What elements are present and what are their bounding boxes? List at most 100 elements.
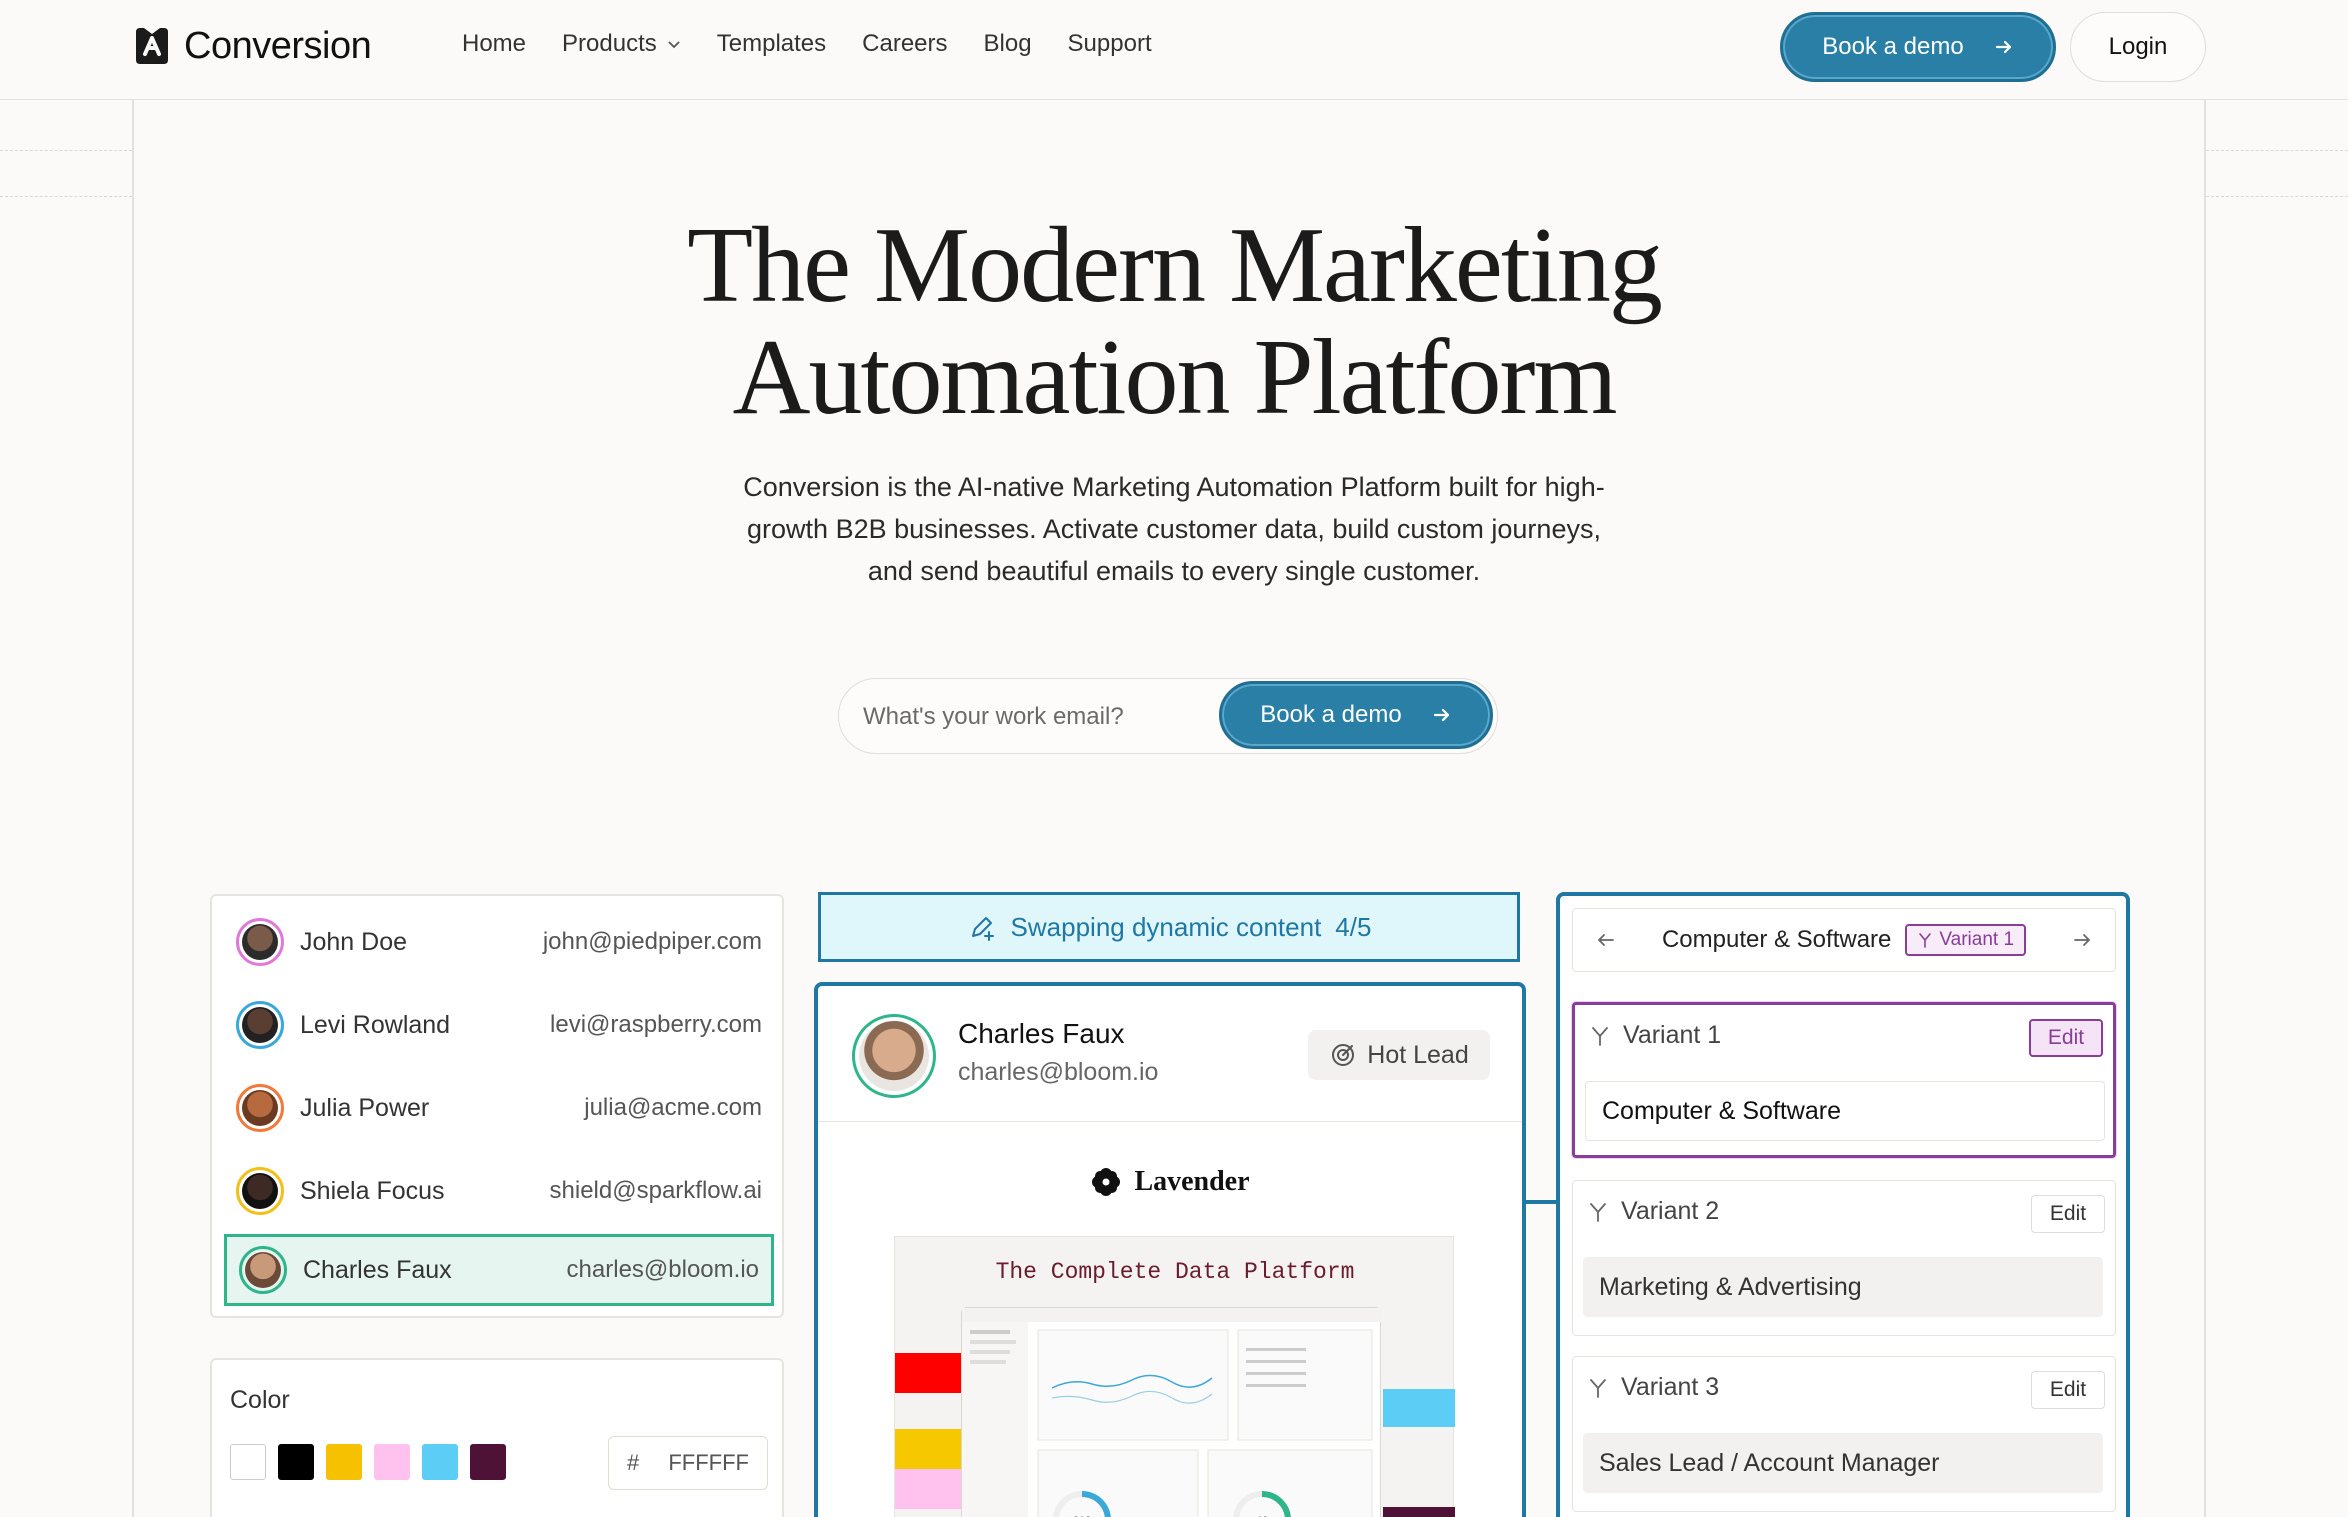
nav-link-home[interactable]: Home [462, 30, 526, 58]
next-variant-button[interactable] [2065, 923, 2099, 957]
brand-logo[interactable]: Conversion [130, 24, 372, 68]
personalized-email-card: Charles Faux charles@bloom.io Hot Lead L… [814, 982, 1526, 1517]
target-icon [1332, 1044, 1355, 1066]
profile-header: Charles Faux charles@bloom.io Hot Lead [818, 986, 1522, 1122]
variants-panel: Computer & Software Variant 1 Variant 1 … [1556, 892, 2130, 1517]
color-picker: Color # FFFFFF [210, 1358, 784, 1517]
variant-value[interactable]: Marketing & Advertising [1583, 1257, 2103, 1317]
contact-email: john@piedpiper.com [542, 928, 762, 955]
book-demo-nav-label: Book a demo [1822, 33, 1964, 60]
guide-dash [2206, 150, 2348, 151]
variant-label-text: Variant 2 [1621, 1197, 1720, 1225]
work-email-input[interactable] [863, 695, 1203, 739]
brand-name: Conversion [184, 24, 372, 67]
contact-name: Shiela Focus [300, 1176, 445, 1205]
variant-card-3[interactable]: Variant 3 Edit Sales Lead / Account Mana… [1572, 1356, 2116, 1512]
contact-row[interactable]: Levi Rowland levi@raspberry.com [224, 989, 774, 1061]
book-demo-hero-button[interactable]: Book a demo [1219, 681, 1493, 749]
profile-name: Charles Faux [958, 1018, 1125, 1049]
edit-variant-button[interactable]: Edit [2029, 1019, 2103, 1057]
nav-link-products[interactable]: Products [562, 30, 681, 58]
hex-value: FFFFFF [668, 1450, 749, 1475]
hash-symbol: # [627, 1450, 640, 1475]
hero-title: The Modern Marketing Automation Platform [0, 210, 2348, 434]
chevron-down-icon [668, 41, 680, 49]
avatar [236, 1167, 284, 1215]
variants-header: Computer & Software Variant 1 [1572, 908, 2116, 972]
contact-row[interactable]: Shiela Focus shield@sparkflow.ai [224, 1155, 774, 1227]
contact-name: Charles Faux [303, 1255, 452, 1284]
variant-label-text: Variant 1 [1623, 1021, 1722, 1049]
contact-row-selected[interactable]: Charles Faux charles@bloom.io [224, 1234, 774, 1306]
swatch-plum[interactable] [470, 1444, 506, 1480]
contact-row[interactable]: Julia Power julia@acme.com [224, 1072, 774, 1144]
nav-links: Home Products Templates Careers Blog Sup… [462, 30, 1152, 58]
current-variant-label: Variant 1 [1939, 929, 2015, 950]
contact-row[interactable]: John Doe john@piedpiper.com [224, 906, 774, 978]
avatar [852, 1014, 936, 1098]
variants-header-title: Computer & Software Variant 1 [1661, 924, 2027, 956]
arrow-left-icon [1598, 934, 1614, 946]
decor-stripe [895, 1469, 961, 1509]
contact-name: Levi Rowland [300, 1010, 451, 1039]
variant-label-text: Variant 3 [1621, 1373, 1720, 1401]
guide-dash [0, 196, 132, 197]
edit-variant-button[interactable]: Edit [2031, 1371, 2105, 1409]
variant-card-2[interactable]: Variant 2 Edit Marketing & Advertising [1572, 1180, 2116, 1336]
swap-banner-progress: 4/5 [1335, 911, 1372, 942]
arrow-right-icon [2074, 934, 2090, 946]
branch-icon [1919, 933, 1932, 948]
profile-email: charles@bloom.io [958, 1058, 1159, 1086]
branch-icon [1592, 1026, 1608, 1046]
lavender-brand-name: Lavender [1134, 1166, 1250, 1197]
swatch-black[interactable] [278, 1444, 314, 1480]
conversion-logo-icon [130, 24, 174, 68]
nav-link-careers[interactable]: Careers [862, 30, 947, 58]
avatar [236, 1084, 284, 1132]
login-button[interactable]: Login [2070, 12, 2206, 82]
nav-link-templates[interactable]: Templates [717, 30, 826, 58]
swatch-pink[interactable] [374, 1444, 410, 1480]
contact-email: charles@bloom.io [566, 1256, 759, 1283]
swatch-yellow[interactable] [326, 1444, 362, 1480]
top-nav: Conversion Home Products Templates Caree… [0, 0, 2348, 100]
decor-stripe [895, 1353, 961, 1393]
hot-lead-label: Hot Lead [1367, 1040, 1469, 1069]
nav-link-blog[interactable]: Blog [984, 30, 1032, 58]
hero-subtitle: Conversion is the AI-native Marketing Au… [743, 472, 1605, 586]
swatch-white[interactable] [230, 1444, 266, 1480]
contact-list: John Doe john@piedpiper.com Levi Rowland… [210, 894, 784, 1318]
branch-icon [1590, 1202, 1606, 1222]
hero-title-line-1: The Modern Marketing [687, 206, 1663, 325]
variant-label: Variant 1 [1589, 1021, 1721, 1050]
connector-line [1526, 1200, 1556, 1204]
hex-input[interactable]: # FFFFFF [608, 1436, 768, 1490]
nav-link-support[interactable]: Support [1068, 30, 1152, 58]
swap-banner-text: Swapping dynamic content [1010, 911, 1322, 942]
email-capture-form: Book a demo [838, 678, 1498, 754]
variant-value[interactable]: Sales Lead / Account Manager [1583, 1433, 2103, 1493]
swap-dynamic-content-banner: Swapping dynamic content 4/5 [818, 892, 1520, 962]
swatch-cyan[interactable] [422, 1444, 458, 1480]
email-preview: The Complete Data Platform [894, 1236, 1455, 1517]
variants-header-label: Computer & Software [1661, 926, 1892, 953]
book-demo-nav-button[interactable]: Book a demo [1780, 12, 2056, 82]
variant-value[interactable]: Computer & Software [1585, 1081, 2105, 1141]
book-demo-hero-label: Book a demo [1260, 701, 1402, 728]
contact-email: shield@sparkflow.ai [549, 1177, 762, 1204]
email-brand: Lavender [818, 1166, 1522, 1198]
hero-title-line-2: Automation Platform [732, 318, 1618, 437]
dashboard-screenshot: 612 46 [961, 1307, 1382, 1517]
decor-stripe [895, 1429, 961, 1469]
guide-dash [2206, 196, 2348, 197]
avatar [236, 918, 284, 966]
prev-variant-button[interactable] [1589, 923, 1623, 957]
guide-dash [0, 150, 132, 151]
avatar [239, 1246, 287, 1294]
lavender-logo-icon [1092, 1168, 1121, 1196]
edit-variant-button[interactable]: Edit [2031, 1195, 2105, 1233]
decor-stripe [1383, 1389, 1455, 1427]
current-variant-badge: Variant 1 [1905, 924, 2027, 956]
variant-card-1[interactable]: Variant 1 Edit Computer & Software [1572, 1002, 2116, 1158]
decor-stripe [1383, 1507, 1455, 1517]
